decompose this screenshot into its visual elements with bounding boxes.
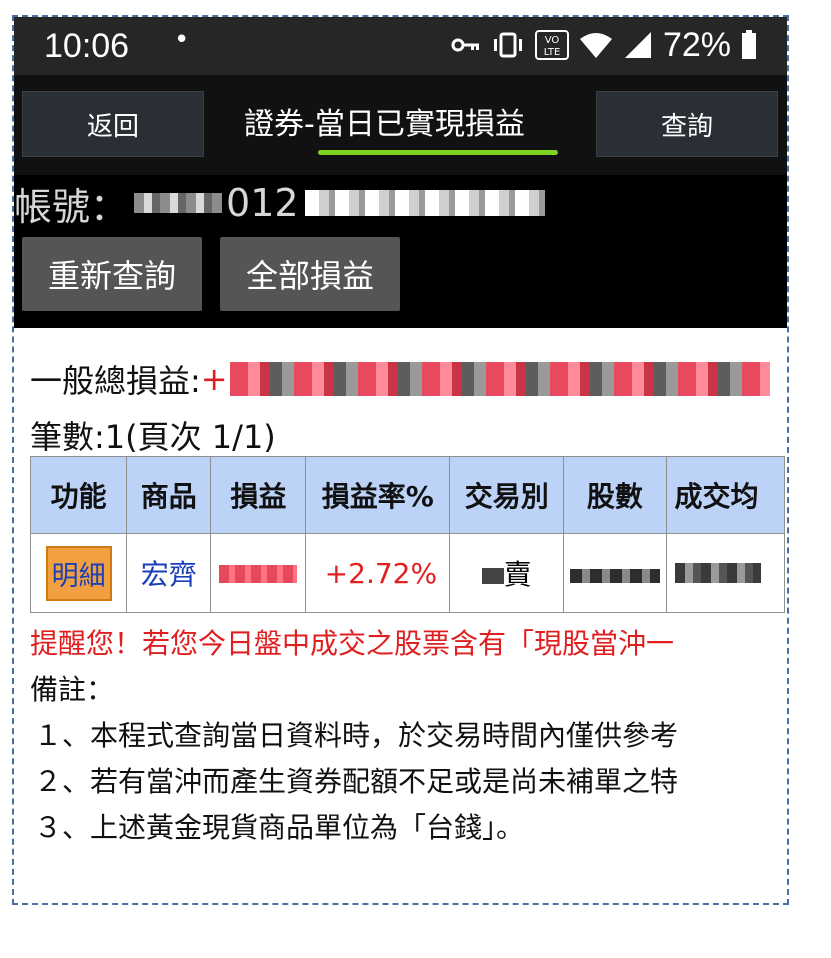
total-pl-line: 一般總損益: + xyxy=(30,356,770,402)
battery-percent: 72% xyxy=(662,25,731,64)
signal-icon xyxy=(624,32,651,58)
col-header-pl: 損益 xyxy=(210,456,307,534)
col-header-side: 交易別 xyxy=(449,456,565,534)
detail-button[interactable]: 明細 xyxy=(45,545,112,601)
back-button[interactable]: 返回 xyxy=(22,91,204,157)
col-header-function: 功能 xyxy=(29,456,128,534)
note-item-1: １、本程式查詢當日資料時，於交易時間內僅供參考 xyxy=(34,719,679,752)
table-row: 明細 宏齊 +2.72% 賣 xyxy=(29,533,785,613)
key-icon xyxy=(451,38,479,52)
note-item-2: ２、若有當沖而產生資券配額不足或是尚未補單之特 xyxy=(34,765,679,798)
side-redacted xyxy=(481,568,504,584)
cell-side: 賣 xyxy=(449,533,565,613)
status-bar: 10:06 • VO LTE 72% xyxy=(14,17,787,75)
cell-function: 明細 xyxy=(29,533,128,613)
table-header-row: 功能 商品 損益 損益率% 交易別 股數 成交均 xyxy=(29,456,785,534)
col-header-avg-price: 成交均 xyxy=(665,456,785,534)
volte-icon: VO LTE xyxy=(534,30,569,60)
col-header-shares: 股數 xyxy=(563,456,667,534)
shares-redacted xyxy=(569,568,660,583)
account-redacted-prefix xyxy=(134,193,223,213)
status-icons: VO LTE 72% xyxy=(451,25,757,65)
cell-shares xyxy=(563,533,667,613)
wifi-icon xyxy=(579,33,612,58)
account-line: 帳號： 012 xyxy=(14,175,545,231)
svg-text:VO: VO xyxy=(545,35,560,46)
vibrate-icon xyxy=(493,32,522,58)
pl-redacted xyxy=(219,564,298,583)
note-item-3: ３、上述黃金現貨商品單位為「台錢」。 xyxy=(34,811,525,844)
account-redacted-suffix xyxy=(304,190,545,216)
col-header-rate: 損益率% xyxy=(305,456,451,534)
all-pl-button[interactable]: 全部損益 xyxy=(220,237,400,311)
reminder-text: 提醒您！若您今日盤中成交之股票含有「現股當沖一 xyxy=(30,627,675,660)
total-pl-label: 一般總損益: xyxy=(30,362,201,400)
title-main: 當日已實現損益 xyxy=(314,107,525,142)
title-underline xyxy=(318,150,558,155)
page-title: 證券-當日已實現損益 xyxy=(244,99,525,143)
record-count: 筆數:1(頁次 1/1) xyxy=(30,418,276,456)
notes-title: 備註： xyxy=(30,673,115,706)
side-text: 賣 xyxy=(503,558,532,591)
notification-dot: • xyxy=(174,25,190,55)
battery-icon xyxy=(742,30,756,59)
account-digits: 012 xyxy=(226,181,299,225)
cell-rate: +2.72% xyxy=(305,533,451,613)
cell-avg-price xyxy=(665,533,785,613)
app-header: 10:06 • VO LTE 72% 返回 證券-當日已實現損益 查詢 帳號： … xyxy=(14,17,787,328)
total-pl-redacted xyxy=(229,362,770,396)
svg-text:LTE: LTE xyxy=(544,47,561,58)
cell-pl xyxy=(210,533,307,613)
content-viewport: 一般總損益: + 筆數:1(頁次 1/1) 功能 商品 損益 損益率% 交易別 股… xyxy=(14,328,785,888)
nav-bar: 返回 證券-當日已實現損益 查詢 xyxy=(14,75,787,175)
col-header-product: 商品 xyxy=(126,456,212,534)
account-label: 帳號： xyxy=(14,184,129,229)
query-button[interactable]: 查詢 xyxy=(596,91,778,157)
avg-price-redacted xyxy=(674,562,761,583)
title-prefix: 證券- xyxy=(244,107,315,142)
total-pl-sign: + xyxy=(200,360,228,398)
cell-product[interactable]: 宏齊 xyxy=(126,533,212,613)
requery-button[interactable]: 重新查詢 xyxy=(22,237,202,311)
clock: 10:06 xyxy=(44,27,130,65)
pl-table: 功能 商品 損益 損益率% 交易別 股數 成交均 明細 宏齊 +2.72% 賣 xyxy=(29,456,785,613)
